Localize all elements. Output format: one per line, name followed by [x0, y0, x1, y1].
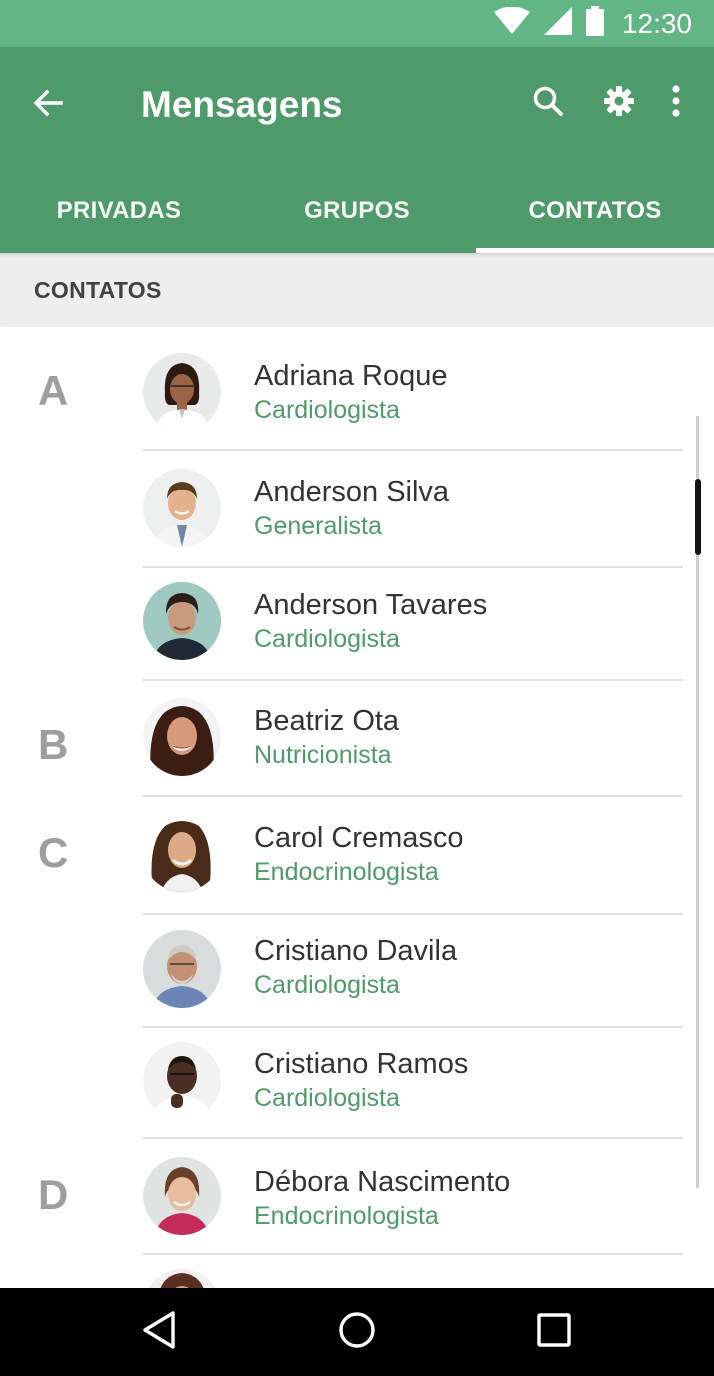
avatar [143, 1269, 221, 1288]
avatar [143, 814, 221, 892]
tab-label: PRIVADAS [56, 197, 182, 224]
contact-name: Cristiano Davila [254, 935, 458, 967]
contact-specialty: Cardiologista [254, 625, 400, 653]
contact-specialty: Cardiologista [254, 971, 400, 999]
section-letter: D [38, 1171, 69, 1218]
avatar [143, 1157, 221, 1235]
tab-contatos[interactable]: CONTATOS [476, 169, 714, 253]
contact-name: Anderson Tavares [254, 589, 488, 621]
settings-gear-icon [603, 85, 635, 122]
settings-button[interactable] [597, 81, 641, 125]
avatar [143, 1042, 221, 1120]
search-button[interactable] [526, 81, 570, 125]
app-bar: Mensagens PRIVADAS GRUPOS CONTATOS [0, 47, 714, 253]
section-letter: B [38, 721, 69, 768]
status-icons: 12:30 [493, 0, 692, 47]
tab-privadas[interactable]: PRIVADAS [0, 169, 238, 253]
contact-row[interactable]: Cristiano Davila Cardiologista [0, 915, 714, 1031]
arrow-back-icon [33, 88, 63, 123]
contact-row[interactable]: D Débora Nascimento Endocrinologista [0, 1139, 714, 1255]
avatar [143, 698, 221, 776]
section-letter: C [38, 829, 69, 876]
more-options-button[interactable] [654, 81, 698, 125]
system-nav-bar [0, 1288, 714, 1376]
back-button[interactable] [26, 83, 70, 127]
section-letter: A [38, 367, 69, 414]
contact-specialty: Endocrinologista [254, 858, 439, 886]
tab-bar: PRIVADAS GRUPOS CONTATOS [0, 169, 714, 253]
contact-specialty: Cardiologista [254, 396, 400, 424]
contact-row[interactable]: Cristiano Ramos Cardiologista [0, 1028, 714, 1144]
contact-row[interactable]: Anderson Silva Generalista [0, 451, 714, 567]
status-bar: 12:30 [0, 0, 714, 47]
tab-grupos[interactable]: GRUPOS [238, 169, 476, 253]
tab-label: GRUPOS [304, 197, 410, 224]
status-time: 12:30 [621, 7, 692, 39]
divider [143, 1253, 683, 1255]
nav-home-icon [337, 1310, 377, 1355]
tab-label: CONTATOS [528, 197, 662, 224]
contact-name: Carol Cremasco [254, 822, 464, 854]
section-header: CONTATOS [0, 253, 714, 327]
contact-row[interactable]: C Carol Cremasco Endocrinologista [0, 797, 714, 913]
nav-back-icon [141, 1310, 177, 1355]
contact-row[interactable]: A Adriana Roque Cardiologista [0, 327, 714, 443]
more-vert-icon [671, 84, 681, 122]
scrollbar-thumb[interactable] [695, 479, 701, 555]
search-icon [532, 85, 564, 122]
contact-specialty: Generalista [254, 512, 382, 540]
nav-home-button[interactable] [331, 1306, 383, 1358]
contact-name: Débora Nascimento [254, 1166, 511, 1198]
contact-name: Cristiano Ramos [254, 1048, 469, 1080]
contact-row[interactable]: B Beatriz Ota Nutricionista [0, 681, 714, 797]
avatar [143, 582, 221, 660]
page-title: Mensagens [141, 84, 343, 125]
signal-icon [543, 7, 572, 40]
avatar [143, 353, 221, 431]
nav-back-button[interactable] [133, 1306, 185, 1358]
avatar [143, 930, 221, 1008]
battery-icon [585, 6, 604, 41]
nav-recents-icon [536, 1312, 572, 1353]
avatar [143, 469, 221, 547]
nav-recents-button[interactable] [528, 1306, 580, 1358]
contact-specialty: Endocrinologista [254, 1202, 439, 1230]
wifi-icon [493, 6, 530, 40]
contact-name: Anderson Silva [254, 476, 450, 508]
contact-name: Adriana Roque [254, 360, 448, 392]
contact-specialty: Cardiologista [254, 1084, 400, 1112]
contact-name: Beatriz Ota [254, 705, 400, 737]
contact-list[interactable]: A Adriana Roque Cardiologista Anderson S… [0, 327, 714, 1288]
contact-row[interactable]: Anderson Tavares Cardiologista [0, 568, 714, 684]
contact-specialty: Nutricionista [254, 741, 392, 769]
